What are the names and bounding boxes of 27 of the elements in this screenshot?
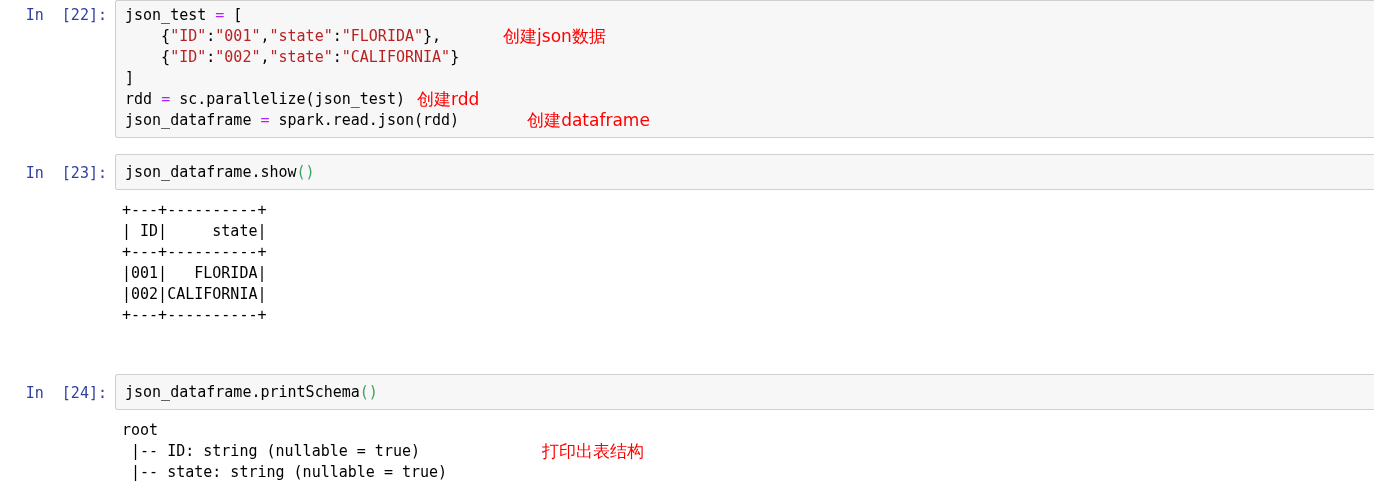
code-line: ]: [125, 68, 135, 89]
output-line: |-- state: string (nullable = true): [130, 462, 448, 483]
annotation-text: 创建json数据: [503, 26, 606, 47]
code-line: json_dataframe = spark.read.json(rdd): [125, 110, 460, 131]
annotation-text: 创建rdd: [416, 89, 480, 110]
output-line: |002|CALIFORNIA|: [122, 284, 267, 305]
cell-prompt: In [24]:: [24, 383, 108, 404]
code-input-cell[interactable]: json_dataframe.printSchema(): [115, 374, 1374, 410]
annotation-text: 打印出表结构: [542, 441, 644, 462]
code-line: {"ID":"002","state":"CALIFORNIA"}: [160, 47, 460, 68]
cell-prompt: In [22]:: [24, 5, 108, 26]
annotation-text: 创建dataframe: [527, 110, 650, 131]
output-line: +---+----------+: [122, 200, 267, 221]
code-input-cell[interactable]: json_dataframe.show(): [115, 154, 1374, 190]
output-line: +---+----------+: [122, 305, 267, 326]
code-line: {"ID":"001","state":"FLORIDA"},: [160, 26, 442, 47]
output-line: +---+----------+: [122, 242, 267, 263]
output-line: root: [122, 420, 159, 441]
code-line: rdd = sc.parallelize(json_test): [125, 89, 405, 110]
code-line: json_dataframe.printSchema(): [125, 382, 378, 403]
output-line: |001| FLORIDA|: [122, 263, 267, 284]
output-line: | ID| state|: [122, 221, 267, 242]
code-line: json_test = [: [125, 5, 243, 26]
code-line: json_dataframe.show(): [125, 162, 315, 183]
cell-prompt: In [23]:: [24, 163, 108, 184]
output-line: |-- ID: string (nullable = true): [130, 441, 420, 462]
code-input-cell[interactable]: json_test = [ {"ID":"001","state":"FLORIDA"}, 创建json数据 {"ID":"002","state":"CALIFORNIA"} ] rdd = sc.parallelize(json_test) 创建rdd json_dataframe = spark.read.json(rdd) 创建dataframe: [115, 0, 1374, 138]
